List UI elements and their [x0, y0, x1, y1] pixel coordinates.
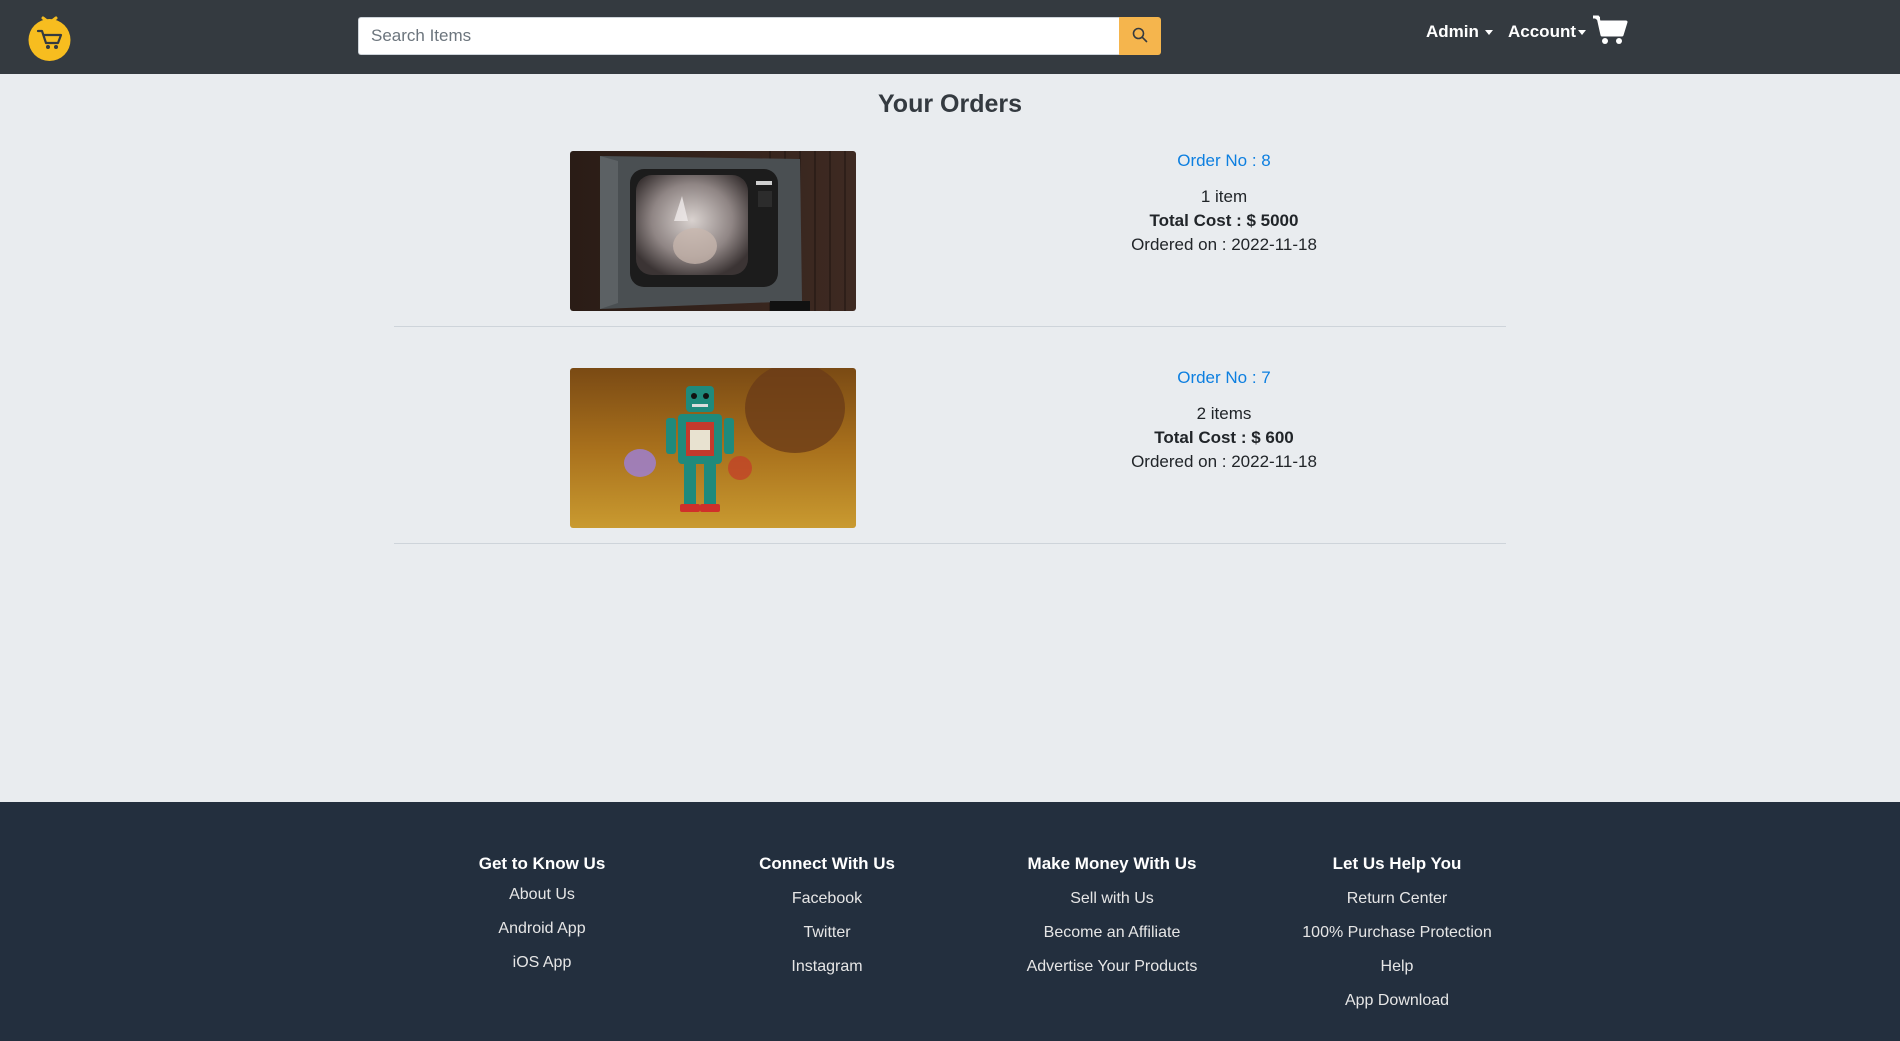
footer-heading: Make Money With Us: [1027, 854, 1197, 873]
footer-link-advertise[interactable]: Advertise Your Products: [982, 950, 1242, 984]
footer-link-ios-app[interactable]: iOS App: [412, 946, 672, 980]
cart-icon[interactable]: [1592, 14, 1628, 46]
footer-link-android-app[interactable]: Android App: [412, 912, 672, 946]
search-input[interactable]: [358, 17, 1119, 55]
footer-link-purchase-protection[interactable]: 100% Purchase Protection: [1267, 916, 1527, 950]
footer: Get to Know Us About Us Android App iOS …: [0, 802, 1900, 1041]
divider: [394, 543, 1506, 544]
footer-column-connect-with-us: Connect With Us Facebook Twitter Instagr…: [697, 852, 957, 984]
admin-dropdown[interactable]: Admin: [1426, 20, 1493, 44]
footer-link-help[interactable]: Help: [1267, 950, 1527, 984]
footer-heading: Let Us Help You: [1332, 854, 1462, 873]
order-image-robot[interactable]: [570, 368, 856, 528]
footer-link-sell-with-us[interactable]: Sell with Us: [982, 882, 1242, 916]
order-date: Ordered on : 2022-11-18: [1131, 452, 1317, 471]
footer-link-facebook[interactable]: Facebook: [697, 882, 957, 916]
footer-column-get-to-know-us: Get to Know Us About Us Android App iOS …: [412, 852, 672, 980]
order-total-cost: Total Cost : $ 5000: [1149, 211, 1299, 230]
divider: [394, 326, 1506, 327]
order-total-cost: Total Cost : $ 600: [1154, 428, 1294, 447]
footer-link-affiliate[interactable]: Become an Affiliate: [982, 916, 1242, 950]
chevron-down-icon: [1578, 29, 1586, 35]
order-item-count: 2 items: [1196, 404, 1252, 423]
footer-column-help: Let Us Help You Return Center 100% Purch…: [1267, 852, 1527, 1018]
admin-label: Admin: [1426, 22, 1479, 41]
order-details: Order No : 8 1 item Total Cost : $ 5000 …: [1064, 151, 1384, 257]
footer-link-instagram[interactable]: Instagram: [697, 950, 957, 984]
order-image-tv[interactable]: [570, 151, 856, 311]
account-label: Account: [1508, 22, 1576, 41]
footer-link-about-us[interactable]: About Us: [412, 878, 672, 912]
footer-link-app-download[interactable]: App Download: [1267, 984, 1527, 1018]
navbar: Admin Account: [0, 0, 1900, 74]
search-button[interactable]: [1119, 17, 1161, 55]
search-bar: [358, 17, 1161, 55]
search-icon: [1132, 27, 1148, 46]
order-date: Ordered on : 2022-11-18: [1131, 235, 1317, 254]
logo-icon[interactable]: [27, 12, 72, 61]
order-item-count: 1 item: [1200, 187, 1248, 206]
footer-heading: Get to Know Us: [478, 854, 606, 873]
footer-heading: Connect With Us: [759, 854, 895, 873]
footer-column-make-money: Make Money With Us Sell with Us Become a…: [982, 852, 1242, 984]
order-number-link[interactable]: Order No : 8: [1064, 151, 1384, 171]
page-title: Your Orders: [877, 90, 1023, 118]
footer-link-twitter[interactable]: Twitter: [697, 916, 957, 950]
footer-link-return-center[interactable]: Return Center: [1267, 882, 1527, 916]
order-number-link[interactable]: Order No : 7: [1064, 368, 1384, 388]
chevron-down-icon: [1484, 29, 1493, 35]
account-dropdown[interactable]: Account: [1508, 20, 1586, 44]
order-details: Order No : 7 2 items Total Cost : $ 600 …: [1064, 368, 1384, 474]
